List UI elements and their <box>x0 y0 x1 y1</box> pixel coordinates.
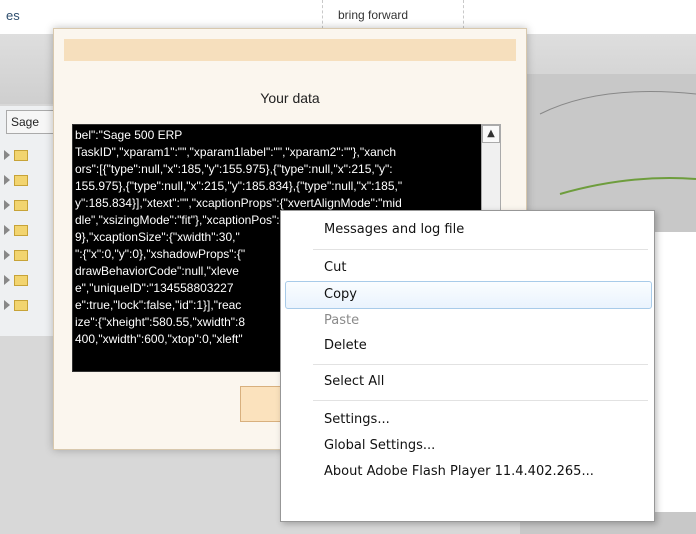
menu-item-messages-and-log-file[interactable]: Messages and log file <box>281 217 654 243</box>
expand-arrow-icon[interactable] <box>4 300 10 310</box>
folder-icon <box>14 299 28 311</box>
folder-icon <box>14 149 28 161</box>
menu-item-delete[interactable]: Delete <box>281 333 654 359</box>
menu-item-global-settings[interactable]: Global Settings... <box>281 433 654 459</box>
menu-item-paste[interactable]: Paste <box>281 308 654 334</box>
tree-row[interactable] <box>4 148 54 166</box>
folder-icon <box>14 224 28 236</box>
expand-arrow-icon[interactable] <box>4 225 10 235</box>
background-title-fragment: es <box>6 8 20 23</box>
tree-row[interactable] <box>4 223 54 241</box>
expand-arrow-icon[interactable] <box>4 250 10 260</box>
menu-item-select-all[interactable]: Select All <box>281 369 654 395</box>
folder-icon <box>14 274 28 286</box>
connector-line <box>539 91 696 115</box>
bring-forward-button[interactable]: bring forward <box>338 8 408 22</box>
connector-line <box>559 177 696 195</box>
dialog-header-bar <box>64 39 516 61</box>
menu-separator <box>313 364 648 365</box>
tree-row[interactable] <box>4 248 54 266</box>
tree-row[interactable] <box>4 298 54 316</box>
tree-row[interactable] <box>4 273 54 291</box>
folder-icon <box>14 249 28 261</box>
scroll-up-arrow-icon[interactable]: ▲ <box>482 125 500 143</box>
sage-panel: Sage <box>0 106 57 336</box>
menu-item-cut[interactable]: Cut <box>281 255 654 281</box>
menu-item-about-flash-player[interactable]: About Adobe Flash Player 11.4.402.265... <box>281 459 654 485</box>
tree-row[interactable] <box>4 173 54 191</box>
folder-icon <box>14 199 28 211</box>
expand-arrow-icon[interactable] <box>4 150 10 160</box>
menu-item-copy[interactable]: Copy <box>285 281 652 309</box>
menu-separator <box>313 400 648 401</box>
context-menu: Messages and log file Cut Copy Paste Del… <box>280 210 655 522</box>
expand-arrow-icon[interactable] <box>4 275 10 285</box>
expand-arrow-icon[interactable] <box>4 175 10 185</box>
folder-icon <box>14 174 28 186</box>
menu-separator <box>313 249 648 250</box>
tree-row[interactable] <box>4 198 54 216</box>
expand-arrow-icon[interactable] <box>4 200 10 210</box>
sage-tab[interactable]: Sage <box>6 110 54 134</box>
menu-item-settings[interactable]: Settings... <box>281 407 654 433</box>
dialog-title: Your data <box>260 90 320 106</box>
